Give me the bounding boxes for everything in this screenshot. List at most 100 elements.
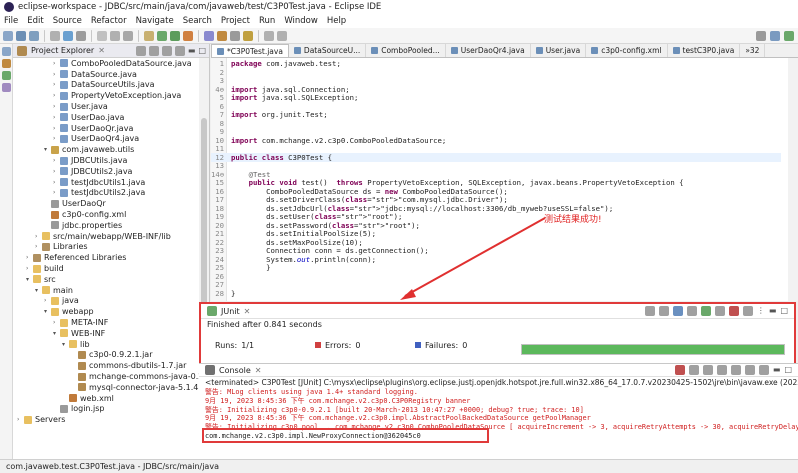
- view-icon[interactable]: [2, 59, 11, 68]
- save-icon[interactable]: [16, 30, 26, 41]
- chevron-right-icon[interactable]: ›: [53, 189, 60, 196]
- chevron-right-icon[interactable]: ›: [53, 135, 60, 142]
- editor-tab[interactable]: UserDaoQr4.java: [446, 44, 531, 57]
- chevron-right-icon[interactable]: ›: [17, 416, 24, 423]
- tree-item[interactable]: ▾ main: [13, 285, 209, 296]
- tree-item[interactable]: mysql-connector-java-5.1.48.jar: [13, 382, 209, 393]
- annotation-icon[interactable]: [243, 30, 253, 41]
- console-title[interactable]: Console: [219, 366, 251, 375]
- tree-item[interactable]: commons-dbutils-1.7.jar: [13, 360, 209, 371]
- minimize-icon[interactable]: ▬: [188, 46, 196, 56]
- editor-scrollbar[interactable]: [788, 58, 798, 301]
- prev-failure-icon[interactable]: [658, 306, 669, 316]
- editor-tab[interactable]: »32: [740, 44, 766, 57]
- next-failure-icon[interactable]: [644, 306, 655, 316]
- run-icon[interactable]: [157, 30, 167, 41]
- collapse-all-icon[interactable]: [135, 45, 146, 56]
- chevron-down-icon[interactable]: ▾: [44, 308, 51, 315]
- back-icon[interactable]: [264, 30, 274, 41]
- scroll-lock-icon[interactable]: [716, 365, 727, 375]
- close-icon[interactable]: ✕: [255, 366, 262, 375]
- minimize-icon[interactable]: ▬: [769, 306, 777, 316]
- chevron-down-icon[interactable]: ▾: [44, 146, 51, 153]
- code-area[interactable]: 1 package com.javaweb.test; 2 3 4⊖ import jav…: [211, 58, 798, 301]
- skip-icon[interactable]: [97, 30, 107, 41]
- tree-item[interactable]: web.xml: [13, 393, 209, 404]
- tree-item[interactable]: › build: [13, 263, 209, 274]
- clear-console-icon[interactable]: [702, 365, 713, 375]
- debug-icon[interactable]: [63, 30, 73, 41]
- chevron-right-icon[interactable]: ›: [35, 233, 42, 240]
- chevron-right-icon[interactable]: ›: [53, 71, 60, 78]
- chevron-right-icon[interactable]: ›: [26, 254, 33, 261]
- view-menu-icon[interactable]: [174, 45, 185, 56]
- tree-item[interactable]: › Referenced Libraries: [13, 252, 209, 263]
- tree-item[interactable]: jdbc.properties: [13, 220, 209, 231]
- coverage-icon[interactable]: [170, 30, 180, 41]
- menu-search[interactable]: Search: [183, 16, 212, 26]
- tree-item[interactable]: ▾ lib: [13, 339, 209, 350]
- forward-icon[interactable]: [277, 30, 287, 41]
- close-icon[interactable]: ✕: [244, 307, 251, 316]
- tree-item[interactable]: › JDBCUtils2.java: [13, 166, 209, 177]
- menu-refactor[interactable]: Refactor: [91, 16, 127, 26]
- search-icon[interactable]: [230, 30, 240, 41]
- chevron-right-icon[interactable]: ›: [26, 265, 33, 272]
- tree-item[interactable]: › META-INF: [13, 317, 209, 328]
- perspective-debug-icon[interactable]: [784, 31, 794, 41]
- tree-item[interactable]: › UserDaoQr.java: [13, 123, 209, 134]
- view-icon[interactable]: [2, 83, 11, 92]
- menu-edit[interactable]: Edit: [27, 16, 43, 26]
- tree-item[interactable]: › User.java: [13, 101, 209, 112]
- tree-item[interactable]: › JDBCUtils.java: [13, 155, 209, 166]
- display-console-icon[interactable]: [758, 365, 769, 375]
- tree-item[interactable]: UserDaoQr: [13, 198, 209, 209]
- tree-item[interactable]: ▾ com.javaweb.utils: [13, 144, 209, 155]
- tree-item[interactable]: › testJdbcUtils1.java: [13, 177, 209, 188]
- tree-item[interactable]: › DataSource.java: [13, 69, 209, 80]
- tree-item[interactable]: c3p0-0.9.2.1.jar: [13, 350, 209, 361]
- menu-run[interactable]: Run: [259, 16, 275, 26]
- chevron-right-icon[interactable]: ›: [53, 157, 60, 164]
- editor-tab[interactable]: ComboPooled...: [366, 44, 446, 57]
- chevron-right-icon[interactable]: ›: [53, 319, 60, 326]
- chevron-right-icon[interactable]: ›: [35, 243, 42, 250]
- view-icon[interactable]: [2, 71, 11, 80]
- chevron-right-icon[interactable]: ›: [44, 297, 51, 304]
- menu-window[interactable]: Window: [284, 16, 318, 26]
- chevron-down-icon[interactable]: ▾: [26, 276, 33, 283]
- show-failures-icon[interactable]: [672, 306, 683, 316]
- terminate-icon[interactable]: [674, 365, 685, 375]
- maximize-icon[interactable]: □: [198, 46, 206, 56]
- chevron-right-icon[interactable]: ›: [53, 60, 60, 67]
- tree-item[interactable]: › testJdbcUtils2.java: [13, 188, 209, 199]
- tree-item[interactable]: › PropertyVetoException.java: [13, 90, 209, 101]
- editor-tab[interactable]: c3p0-config.xml: [586, 44, 668, 57]
- stop-icon[interactable]: [728, 306, 739, 316]
- chevron-right-icon[interactable]: ›: [53, 92, 60, 99]
- menu-file[interactable]: File: [4, 16, 18, 26]
- chevron-right-icon[interactable]: ›: [53, 168, 60, 175]
- remove-launch-icon[interactable]: [688, 365, 699, 375]
- pin-console-icon[interactable]: [744, 365, 755, 375]
- chevron-down-icon[interactable]: ▾: [62, 341, 69, 348]
- view-icon[interactable]: [2, 47, 11, 56]
- link-editor-icon[interactable]: [148, 45, 159, 56]
- minimize-icon[interactable]: ▬: [773, 365, 781, 375]
- chevron-right-icon[interactable]: ›: [53, 81, 60, 88]
- menu-help[interactable]: Help: [327, 16, 346, 26]
- tree-item[interactable]: ▾ WEB-INF: [13, 328, 209, 339]
- word-wrap-icon[interactable]: [730, 365, 741, 375]
- menu-source[interactable]: Source: [53, 16, 82, 26]
- menu-project[interactable]: Project: [221, 16, 250, 26]
- chevron-down-icon[interactable]: ▾: [53, 330, 60, 337]
- editor-tab[interactable]: DataSourceU...: [289, 44, 367, 57]
- chevron-right-icon[interactable]: ›: [53, 125, 60, 132]
- new-class-icon[interactable]: [204, 30, 214, 41]
- chevron-right-icon[interactable]: ›: [53, 179, 60, 186]
- tree-item[interactable]: › UserDaoQr4.java: [13, 134, 209, 145]
- maximize-icon[interactable]: □: [784, 365, 792, 375]
- tree-item[interactable]: › ComboPooledDataSource.java: [13, 58, 209, 69]
- tree-item[interactable]: › DataSourceUtils.java: [13, 80, 209, 91]
- close-icon[interactable]: ✕: [98, 46, 105, 55]
